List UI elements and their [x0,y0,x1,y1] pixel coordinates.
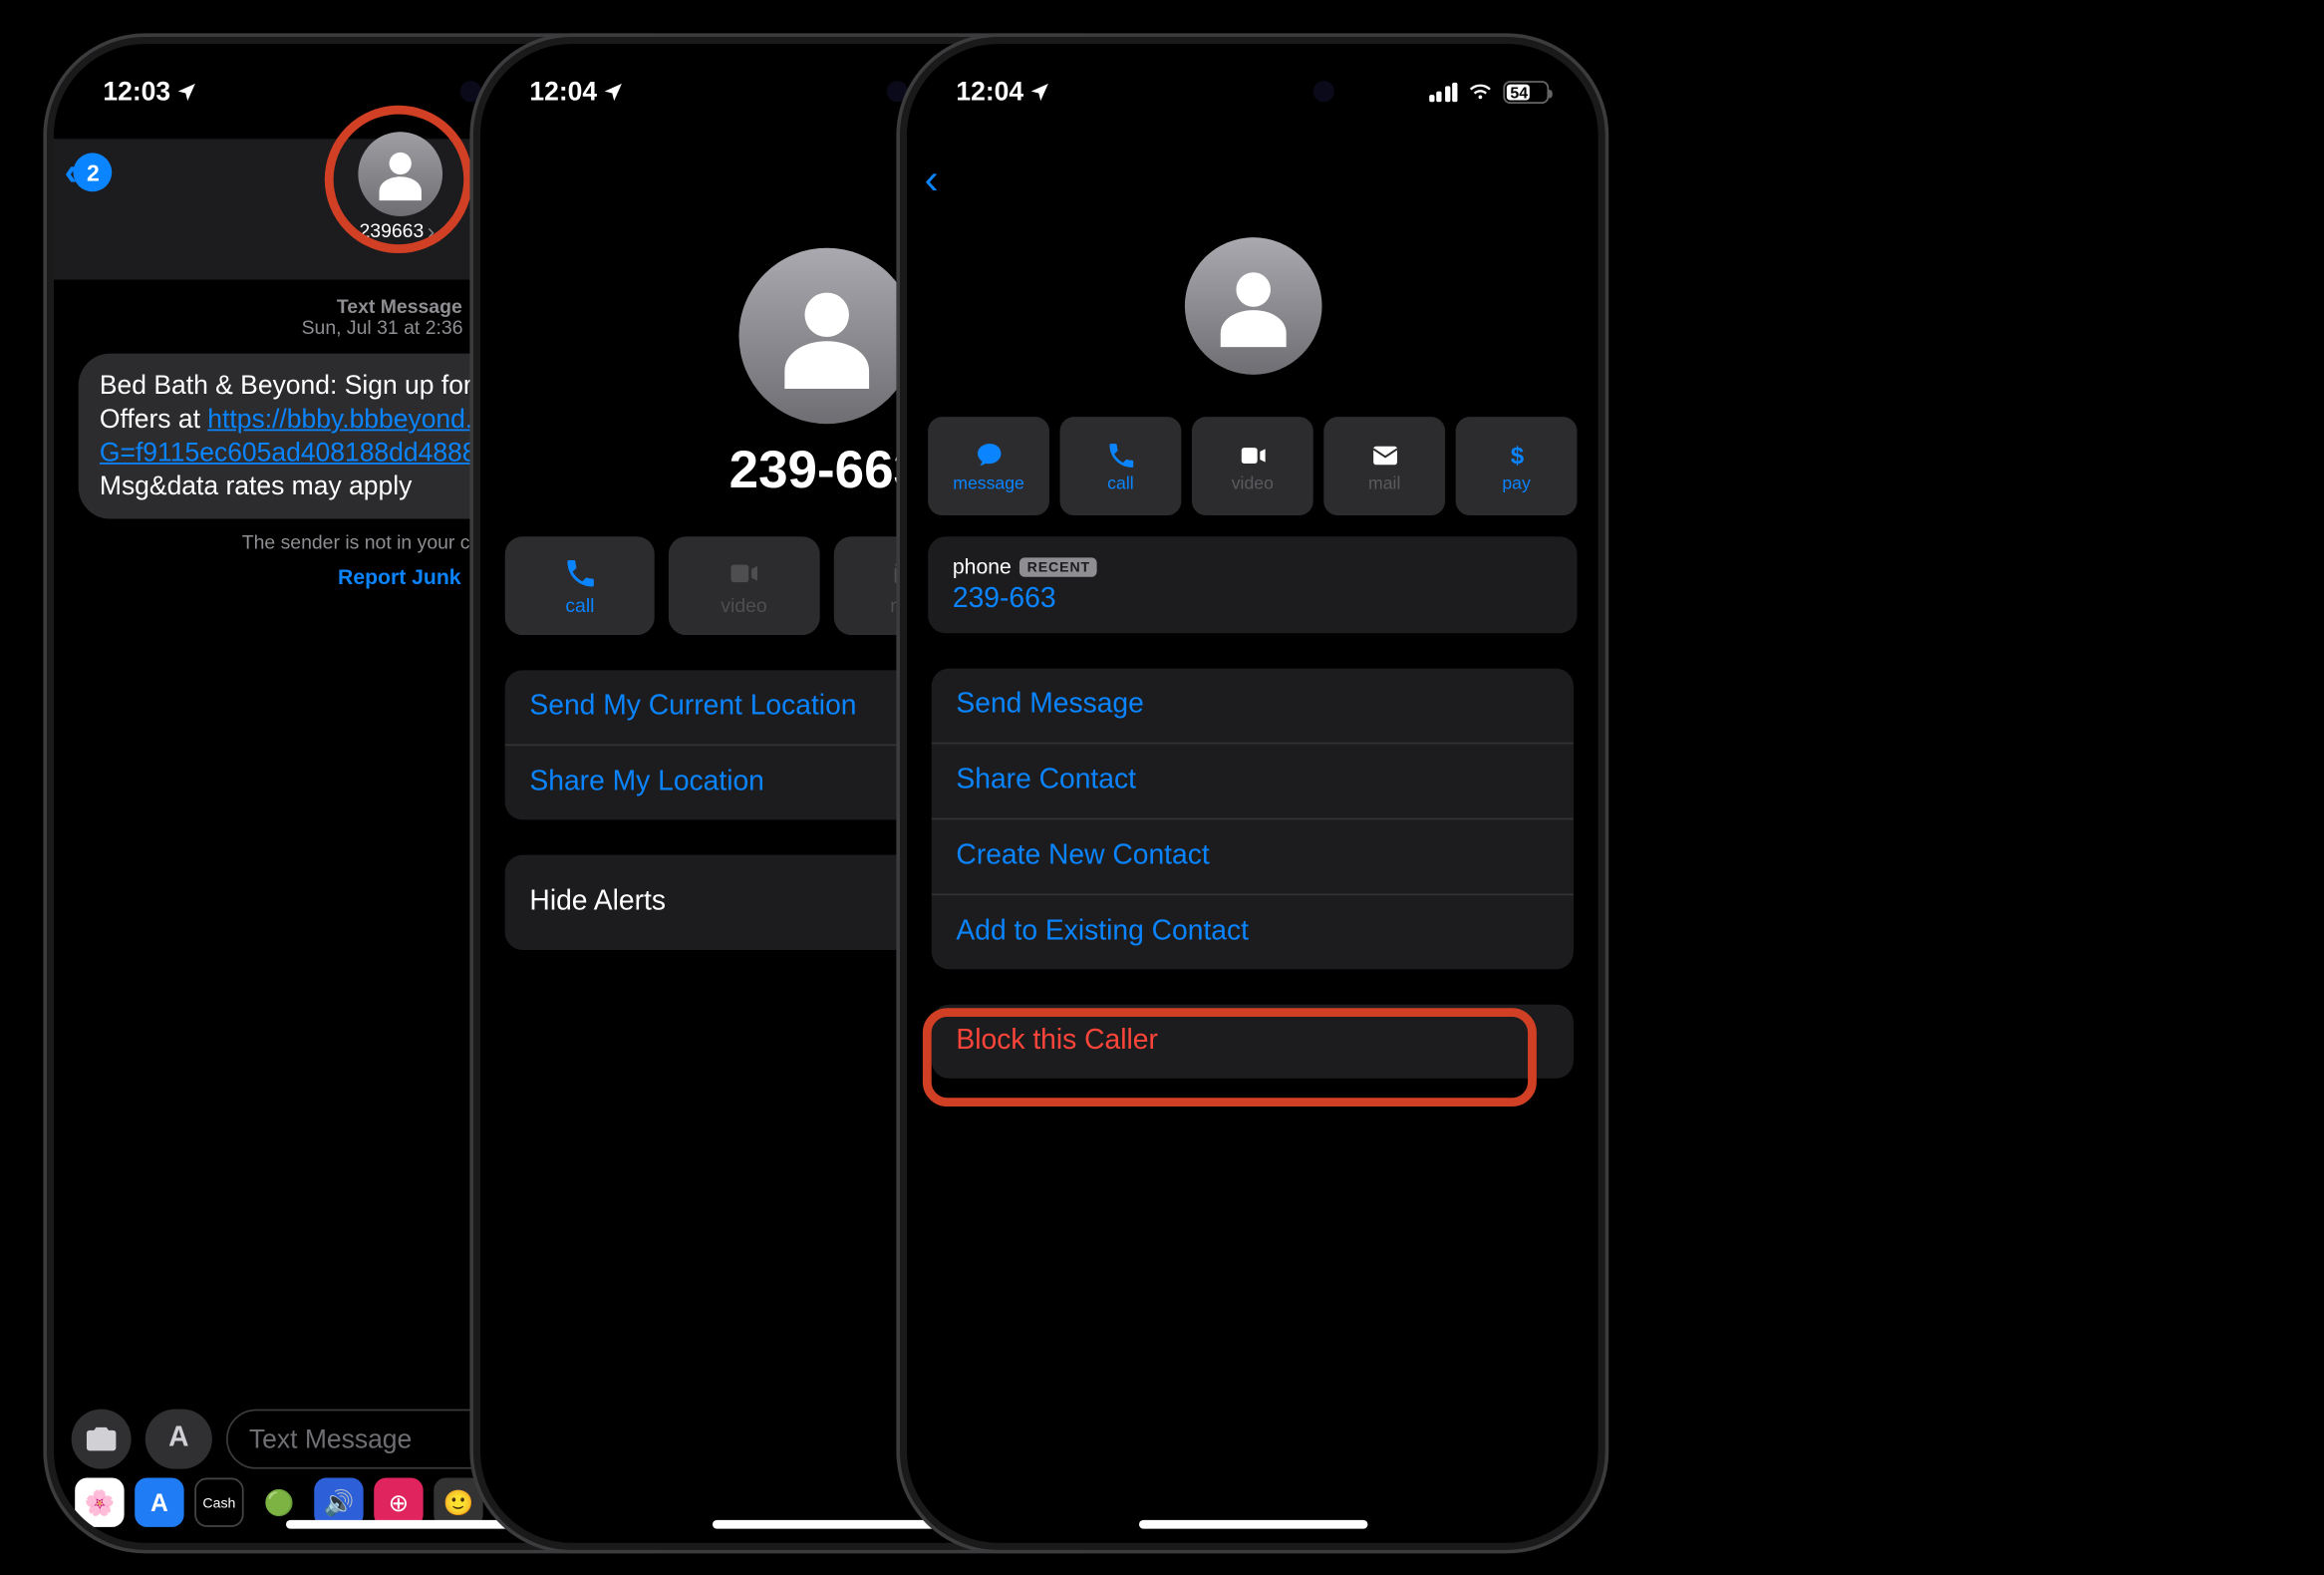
status-time: 12:03 [103,77,170,107]
avatar-icon [738,248,915,424]
dock-photos-icon[interactable]: 🌸 [75,1477,124,1526]
camera-button[interactable] [72,1410,132,1469]
contact-chip[interactable]: 239663 [357,132,441,242]
call-button[interactable]: call [505,536,655,635]
call-button[interactable]: call [1060,417,1182,515]
dynamic-island [721,63,932,123]
phone-card[interactable]: phone RECENT 239-663 [928,536,1577,633]
video-button[interactable]: video [669,536,818,635]
dollar-icon [1501,439,1533,471]
avatar-icon [1184,237,1321,375]
send-message-row[interactable]: Send Message [932,669,1574,743]
location-icon [602,80,625,103]
mail-button[interactable]: mail [1323,417,1445,515]
dock-appstore-icon[interactable]: A [135,1477,183,1526]
appstore-icon: A [168,1423,188,1455]
phone-number: 239-663 [953,584,1553,616]
signal-icon [1428,82,1457,101]
message-button[interactable]: message [928,417,1049,515]
message-placeholder: Text Message [249,1424,412,1454]
dock-applecash-icon[interactable]: Cash [194,1477,243,1526]
contact-name: 239663 [359,221,424,242]
status-time: 12:04 [956,77,1023,107]
phone-label: phone [953,554,1012,579]
chevron-right-icon [424,224,439,240]
video-icon [726,555,761,590]
status-time: 12:04 [529,77,597,107]
appstore-shortcut-button[interactable]: A [145,1410,212,1469]
share-contact-row[interactable]: Share Contact [932,743,1574,818]
pay-button[interactable]: pay [1456,417,1578,515]
message-icon [973,439,1005,471]
phone-icon [562,555,597,590]
location-icon [175,80,198,103]
wifi-icon [1466,78,1494,106]
dynamic-island [1147,63,1358,123]
message-text-2: Msg&data rates may apply [100,472,412,501]
home-indicator[interactable] [1138,1520,1366,1529]
location-icon [1028,80,1051,103]
add-existing-row[interactable]: Add to Existing Contact [932,893,1574,969]
back-button[interactable]: ‹ 2 [65,150,113,195]
back-button[interactable]: ‹ [925,157,939,205]
mail-icon [1368,439,1400,471]
dynamic-island [294,63,505,123]
phone-frame-3: 12:04 54 ‹ message call video mail pay p… [907,44,1598,1543]
avatar-icon [357,132,441,216]
video-icon [1237,439,1269,471]
recent-badge: RECENT [1020,556,1097,575]
chevron-left-icon: ‹ [925,157,939,204]
block-caller-row[interactable]: Block this Caller [932,1005,1574,1079]
camera-icon [84,1421,119,1456]
create-contact-row[interactable]: Create New Contact [932,818,1574,894]
phone-icon [1105,439,1137,471]
unread-badge: 2 [74,153,113,191]
battery-icon: 54 [1503,80,1549,103]
video-button[interactable]: video [1192,417,1313,515]
hide-alerts-label: Hide Alerts [529,886,666,918]
